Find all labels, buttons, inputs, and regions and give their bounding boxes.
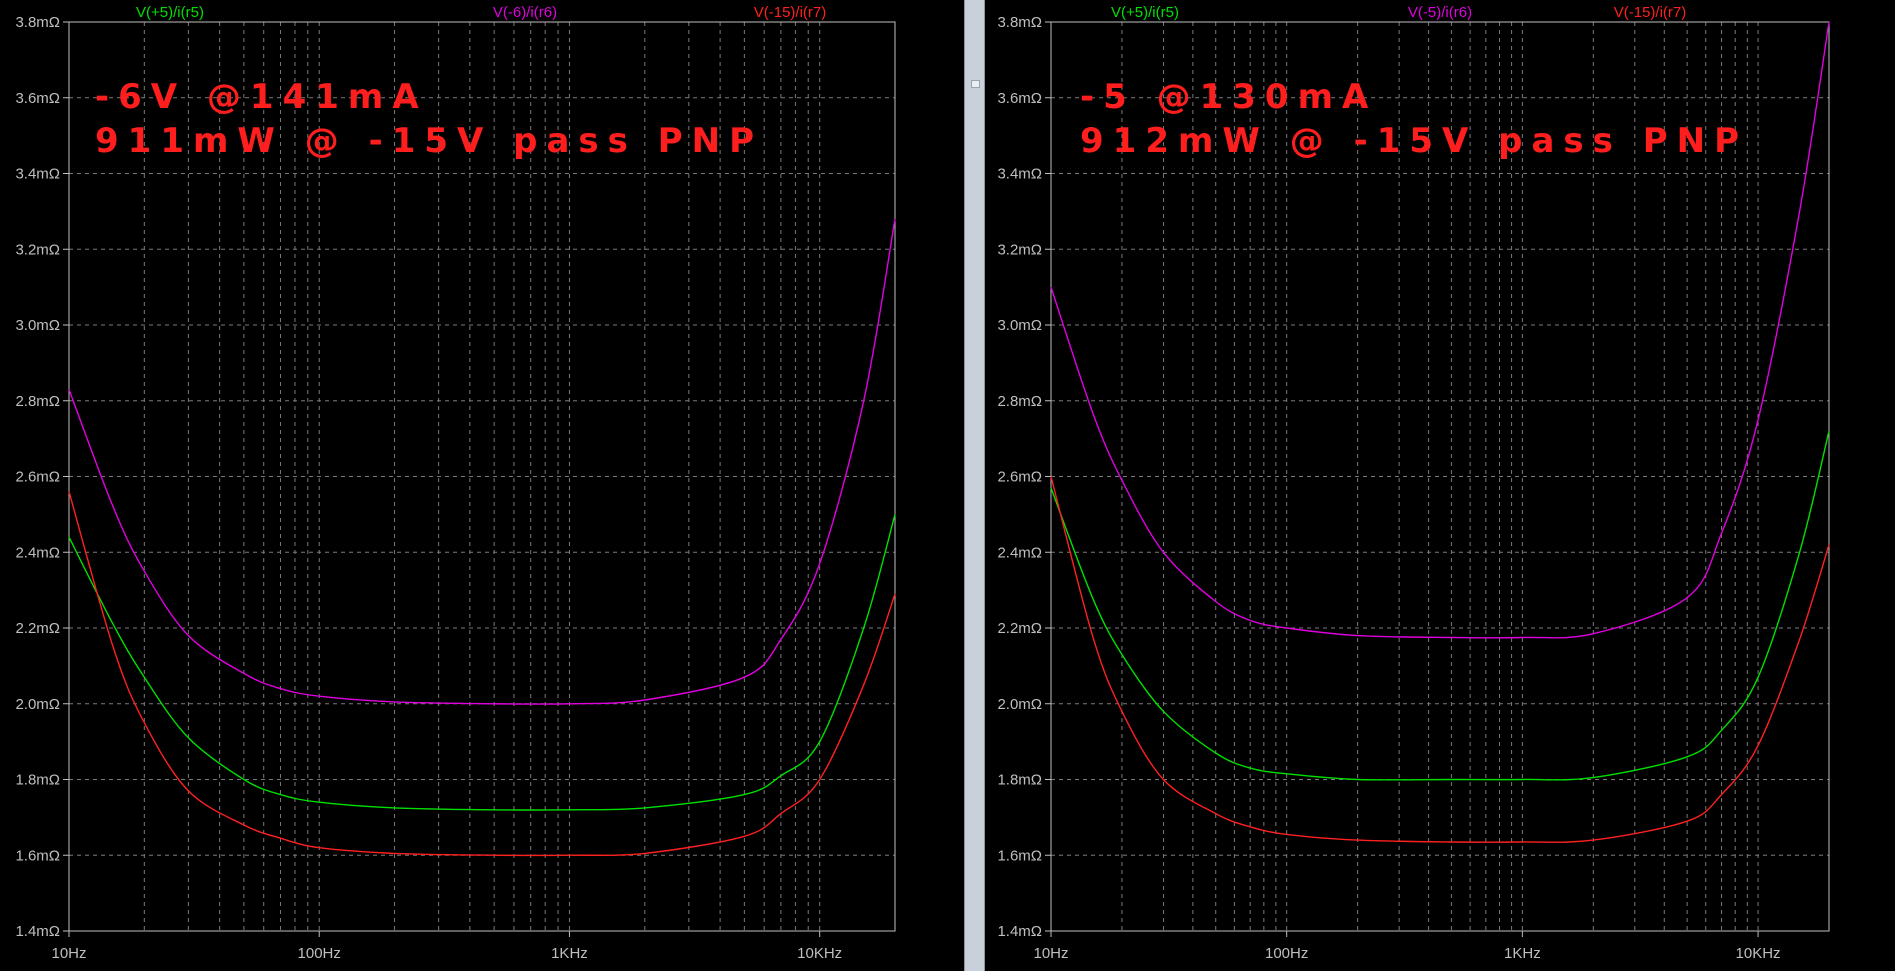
y-tick-label: 3.6mΩ [15,90,60,107]
x-tick-label: 1KHz [551,945,588,962]
y-tick-label: 3.8mΩ [15,14,60,31]
series-line-1 [68,514,896,811]
y-tick-label: 3.2mΩ [997,241,1042,258]
plot-annotation: -6V @141mA [95,77,428,117]
y-tick-label: 1.4mΩ [997,923,1042,940]
y-tick-label: 3.0mΩ [997,317,1042,334]
legend-label[interactable]: V(-5)/i(r6) [1408,4,1472,21]
y-tick-label: 1.8mΩ [15,772,60,789]
x-tick-label: 10KHz [797,945,842,962]
legend-label[interactable]: V(+5)/i(r5) [1111,4,1179,21]
y-tick-label: 1.6mΩ [15,847,60,864]
x-tick-label: 100Hz [298,945,341,962]
plot-annotation: -5 @130mA [1080,77,1377,117]
series-line-2 [68,218,896,705]
plot-annotation: 911mW @ -15V pass PNP [95,121,763,161]
legend-label[interactable]: V(-15)/i(r7) [1614,4,1687,21]
x-tick-label: 10KHz [1736,945,1781,962]
plot-pane-left[interactable]: 1.4mΩ 1.6mΩ 1.8mΩ 2.0mΩ 2.2mΩ 2.4mΩ 2.6mΩ 2.8mΩ… [0,0,964,971]
y-tick-label: 1.4mΩ [15,923,60,940]
y-tick-label: 2.6mΩ [997,469,1042,486]
legend-label[interactable]: V(-15)/i(r7) [754,4,827,21]
x-tick-label: 10Hz [51,945,86,962]
x-tick-label: 100Hz [1265,945,1308,962]
y-tick-label: 1.6mΩ [997,847,1042,864]
y-tick-label: 1.8mΩ [997,772,1042,789]
impedance-plot-right: 1.4mΩ 1.6mΩ 1.8mΩ 2.0mΩ 2.2mΩ 2.4mΩ 2.6mΩ 2.8mΩ… [997,4,1830,962]
divider-grip-icon[interactable] [971,80,980,88]
y-tick-label: 2.0mΩ [997,696,1042,713]
x-tick-label: 1KHz [1504,945,1541,962]
plot-pane-right[interactable]: 1.4mΩ 1.6mΩ 1.8mΩ 2.0mΩ 2.2mΩ 2.4mΩ 2.6mΩ 2.8mΩ… [985,0,1895,971]
y-tick-label: 2.2mΩ [997,620,1042,637]
y-tick-label: 3.4mΩ [15,166,60,183]
x-tick-label: 10Hz [1033,945,1068,962]
y-tick-label: 2.8mΩ [997,393,1042,410]
series-line-1 [1050,430,1830,781]
y-tick-label: 3.8mΩ [997,14,1042,31]
y-tick-label: 3.4mΩ [997,166,1042,183]
legend-label[interactable]: V(-6)/i(r6) [493,4,557,21]
y-tick-label: 2.8mΩ [15,393,60,410]
y-tick-label: 3.6mΩ [997,90,1042,107]
y-tick-label: 2.0mΩ [15,696,60,713]
series-line-3 [1050,476,1830,843]
y-tick-label: 2.4mΩ [997,544,1042,561]
y-tick-label: 2.2mΩ [15,620,60,637]
y-tick-label: 3.2mΩ [15,241,60,258]
y-tick-label: 3.0mΩ [15,317,60,334]
y-tick-label: 2.6mΩ [15,469,60,486]
legend-label[interactable]: V(+5)/i(r5) [136,4,204,21]
series-line-3 [68,491,896,857]
y-tick-label: 2.4mΩ [15,544,60,561]
impedance-plot-left: 1.4mΩ 1.6mΩ 1.8mΩ 2.0mΩ 2.2mΩ 2.4mΩ 2.6mΩ 2.8mΩ… [15,4,896,962]
plot-annotation: 912mW @ -15V pass PNP [1080,121,1748,161]
pane-divider[interactable] [964,0,985,971]
